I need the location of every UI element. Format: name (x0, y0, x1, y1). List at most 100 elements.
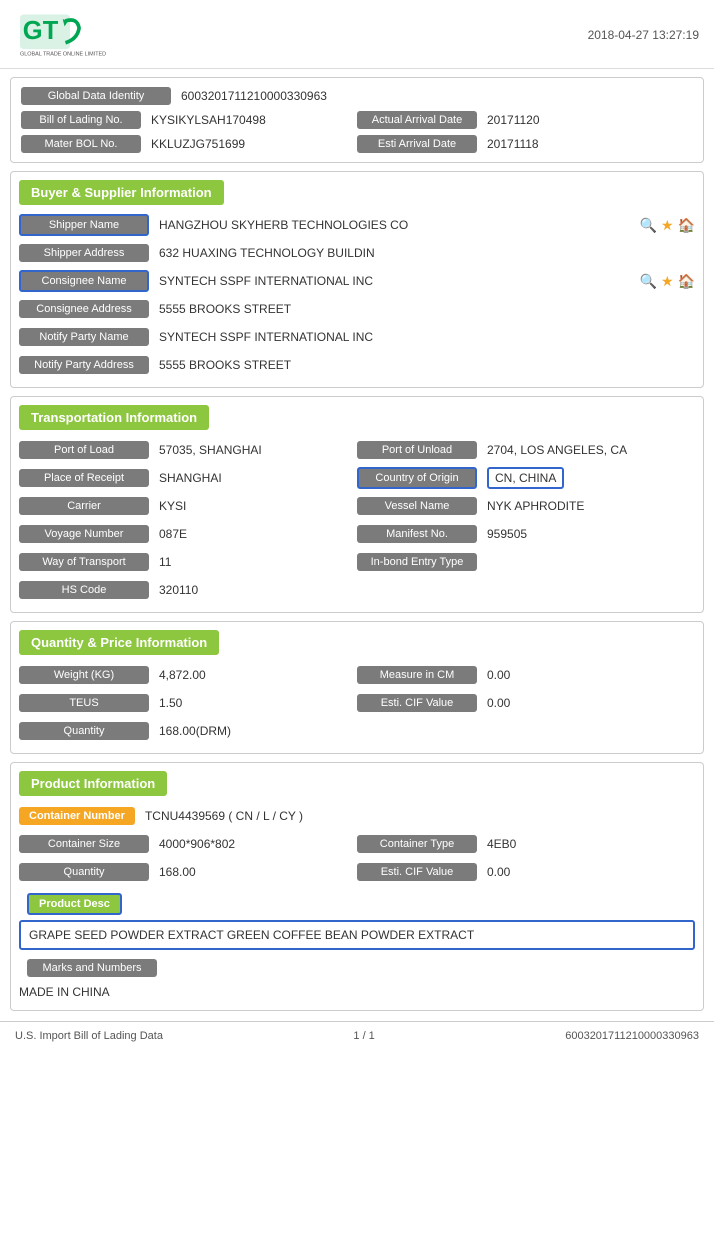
teus-label: TEUS (19, 694, 149, 712)
container-type-value: 4EB0 (487, 837, 516, 851)
quantity-row: Quantity 168.00(DRM) (11, 717, 703, 745)
buyer-supplier-section: Buyer & Supplier Information Shipper Nam… (10, 171, 704, 388)
port-of-load-label: Port of Load (19, 441, 149, 459)
country-of-origin-value: CN, CHINA (487, 467, 564, 489)
buyer-supplier-title: Buyer & Supplier Information (19, 180, 224, 205)
prod-qty-cif-row: Quantity 168.00 Esti. CIF Value 0.00 (11, 858, 703, 886)
esti-cif-value: 0.00 (487, 696, 510, 710)
bol-left: Bill of Lading No. KYSIKYLSAH170498 (21, 111, 357, 129)
consignee-search-icon[interactable]: 🔍 (640, 273, 657, 290)
carrier-vessel-row: Carrier KYSI Vessel Name NYK APHRODITE (11, 492, 703, 520)
prod-quantity-value: 168.00 (159, 865, 357, 879)
svg-text:GLOBAL TRADE ONLINE LIMITED: GLOBAL TRADE ONLINE LIMITED (20, 51, 106, 57)
receipt-origin-row: Place of Receipt SHANGHAI Country of Ori… (11, 464, 703, 492)
timestamp: 2018-04-27 13:27:19 (588, 28, 699, 42)
carrier-value: KYSI (159, 499, 357, 513)
bol-label: Bill of Lading No. (21, 111, 141, 129)
svg-text:T: T (43, 17, 59, 45)
svg-text:G: G (23, 17, 43, 45)
carrier-label: Carrier (19, 497, 149, 515)
container-size-value: 4000*906*802 (159, 837, 357, 851)
way-inbond-row: Way of Transport 11 In-bond Entry Type (11, 548, 703, 576)
marks-label: Marks and Numbers (27, 959, 157, 977)
hs-code-row: HS Code 320110 (11, 576, 703, 604)
marks-label-wrapper: Marks and Numbers (19, 956, 695, 980)
notify-party-address-value: 5555 BROOKS STREET (159, 358, 695, 372)
product-info-title: Product Information (19, 771, 167, 796)
hs-code-label: HS Code (19, 581, 149, 599)
weight-left: Weight (KG) 4,872.00 (19, 666, 357, 684)
consignee-home-icon[interactable]: 🏠 (678, 273, 695, 290)
global-data-value: 60032017112100003309​63 (181, 89, 327, 103)
page-wrapper: G T GLOBAL TRADE ONLINE LIMITED 2018-04-… (0, 0, 714, 1246)
actual-arrival-value: 20171120 (487, 113, 540, 127)
shipper-icons: 🔍 ★ 🏠 (640, 217, 695, 234)
home-icon[interactable]: 🏠 (678, 217, 695, 234)
measure-label: Measure in CM (357, 666, 477, 684)
mater-bol-value: KKLUZJG751699 (151, 137, 245, 151)
product-desc-content: GRAPE SEED POWDER EXTRACT GREEN COFFEE B… (19, 920, 695, 950)
global-data-row: Global Data Identity 6003201711210000330… (21, 84, 693, 108)
way-of-transport-label: Way of Transport (19, 553, 149, 571)
container-number-label: Container Number (19, 807, 135, 825)
notify-party-address-label: Notify Party Address (19, 356, 149, 374)
shipper-name-label: Shipper Name (19, 214, 149, 236)
place-of-receipt-label: Place of Receipt (19, 469, 149, 487)
esti-arrival-label: Esti Arrival Date (357, 135, 477, 153)
logo-icon: G T GLOBAL TRADE ONLINE LIMITED (15, 10, 125, 60)
teus-cif-row: TEUS 1.50 Esti. CIF Value 0.00 (11, 689, 703, 717)
hs-code-value: 320110 (159, 583, 695, 597)
vessel-name-value: NYK APHRODITE (487, 499, 584, 513)
consignee-name-label: Consignee Name (19, 270, 149, 292)
teus-value: 1.50 (159, 696, 357, 710)
port-of-unload-label: Port of Unload (357, 441, 477, 459)
consignee-star-icon[interactable]: ★ (661, 273, 674, 290)
place-receipt-left: Place of Receipt SHANGHAI (19, 469, 357, 487)
country-origin-right: Country of Origin CN, CHINA (357, 467, 695, 489)
mater-bol-label: Mater BOL No. (21, 135, 141, 153)
esti-arrival-right: Esti Arrival Date 20171118 (357, 135, 693, 153)
container-size-label: Container Size (19, 835, 149, 853)
product-desc-label-wrapper: Product Desc (19, 890, 695, 918)
esti-arrival-value: 20171118 (487, 137, 539, 151)
place-of-receipt-value: SHANGHAI (159, 471, 357, 485)
way-of-transport-value: 11 (159, 555, 357, 569)
footer-right: 60032017112100003309​63 (565, 1030, 699, 1042)
esti-cif-right: Esti. CIF Value 0.00 (357, 694, 695, 712)
star-icon[interactable]: ★ (661, 217, 674, 234)
country-of-origin-label: Country of Origin (357, 467, 477, 489)
product-info-section: Product Information Container Number TCN… (10, 762, 704, 1011)
actual-arrival-label: Actual Arrival Date (357, 111, 477, 129)
prod-cif-right: Esti. CIF Value 0.00 (357, 863, 695, 881)
consignee-address-value: 5555 BROOKS STREET (159, 302, 695, 316)
marks-value: MADE IN CHINA (11, 982, 703, 1002)
container-size-type-row: Container Size 4000*906*802 Container Ty… (11, 830, 703, 858)
container-number-value: TCNU4439569 ( CN / L / CY ) (145, 809, 695, 823)
voyage-left: Voyage Number 087E (19, 525, 357, 543)
header: G T GLOBAL TRADE ONLINE LIMITED 2018-04-… (0, 0, 714, 69)
consignee-address-label: Consignee Address (19, 300, 149, 318)
transportation-section: Transportation Information Port of Load … (10, 396, 704, 613)
vessel-name-label: Vessel Name (357, 497, 477, 515)
notify-party-name-value: SYNTECH SSPF INTERNATIONAL INC (159, 330, 695, 344)
container-type-label: Container Type (357, 835, 477, 853)
manifest-right: Manifest No. 959505 (357, 525, 695, 543)
identity-section: Global Data Identity 6003201711210000330… (10, 77, 704, 163)
mater-bol-left: Mater BOL No. KKLUZJG751699 (21, 135, 357, 153)
teus-left: TEUS 1.50 (19, 694, 357, 712)
voyage-number-label: Voyage Number (19, 525, 149, 543)
weight-label: Weight (KG) (19, 666, 149, 684)
notify-party-name-row: Notify Party Name SYNTECH SSPF INTERNATI… (11, 323, 703, 351)
container-type-right: Container Type 4EB0 (357, 835, 695, 853)
consignee-name-row: Consignee Name SYNTECH SSPF INTERNATIONA… (11, 267, 703, 295)
search-icon[interactable]: 🔍 (640, 217, 657, 234)
vessel-right: Vessel Name NYK APHRODITE (357, 497, 695, 515)
global-data-label: Global Data Identity (21, 87, 171, 105)
measure-right: Measure in CM 0.00 (357, 666, 695, 684)
carrier-left: Carrier KYSI (19, 497, 357, 515)
voyage-manifest-row: Voyage Number 087E Manifest No. 959505 (11, 520, 703, 548)
prod-esti-cif-label: Esti. CIF Value (357, 863, 477, 881)
weight-measure-row: Weight (KG) 4,872.00 Measure in CM 0.00 (11, 661, 703, 689)
port-of-load-value: 57035, SHANGHAI (159, 443, 357, 457)
actual-arrival-right: Actual Arrival Date 20171120 (357, 111, 693, 129)
